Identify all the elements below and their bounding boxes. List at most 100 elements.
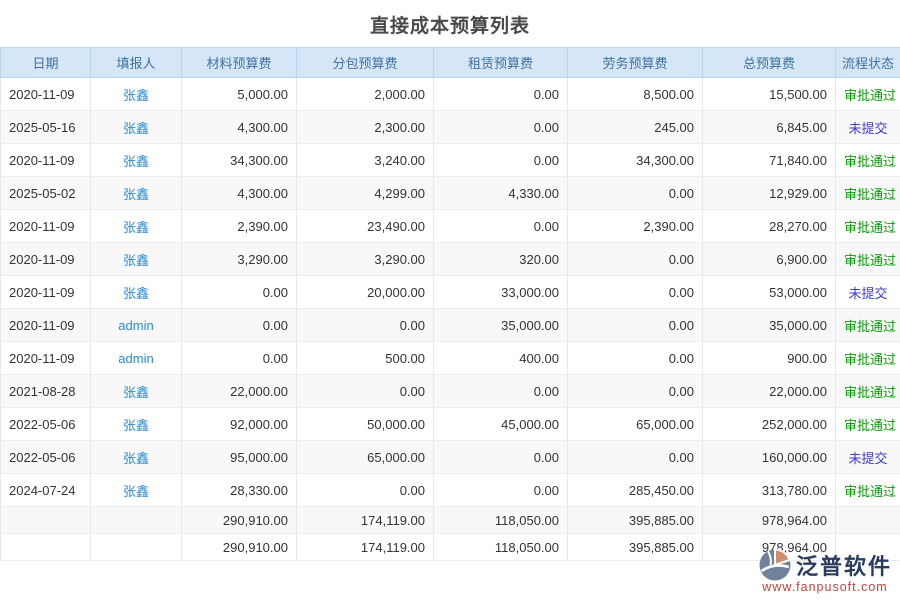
- status-cell: 审批通过: [836, 210, 900, 243]
- table-body: 2020-11-09 张鑫 5,000.00 2,000.00 0.00 8,5…: [1, 78, 900, 561]
- material-cell: 0.00: [182, 276, 297, 309]
- subcontract-cell: 2,000.00: [297, 78, 434, 111]
- filler-link[interactable]: admin: [118, 351, 153, 366]
- status-cell: 审批通过: [836, 375, 900, 408]
- status-link[interactable]: 未提交: [848, 451, 887, 466]
- total-cell: 35,000.00: [703, 309, 836, 342]
- filler-cell-empty: [91, 534, 182, 561]
- total-cell: 22,000.00: [703, 375, 836, 408]
- status-cell: 未提交: [836, 276, 900, 309]
- labor-cell: 245.00: [568, 111, 703, 144]
- filler-cell: 张鑫: [91, 177, 182, 210]
- labor-sum-cell: 395,885.00: [568, 534, 703, 561]
- status-link[interactable]: 审批通过: [844, 220, 896, 235]
- filler-cell: 张鑫: [91, 408, 182, 441]
- subcontract-cell: 0.00: [297, 309, 434, 342]
- total-cell: 6,845.00: [703, 111, 836, 144]
- material-cell: 95,000.00: [182, 441, 297, 474]
- table-row: 2022-05-06 张鑫 95,000.00 65,000.00 0.00 0…: [1, 441, 900, 474]
- filler-link[interactable]: 张鑫: [123, 187, 149, 202]
- status-link[interactable]: 审批通过: [844, 187, 896, 202]
- status-link[interactable]: 未提交: [848, 286, 887, 301]
- total-cell: 252,000.00: [703, 408, 836, 441]
- status-link[interactable]: 审批通过: [844, 418, 896, 433]
- subcontract-cell: 65,000.00: [297, 441, 434, 474]
- status-cell: 未提交: [836, 111, 900, 144]
- rental-cell: 0.00: [434, 111, 568, 144]
- table-row: 2025-05-02 张鑫 4,300.00 4,299.00 4,330.00…: [1, 177, 900, 210]
- filler-cell: 张鑫: [91, 144, 182, 177]
- filler-link[interactable]: 张鑫: [123, 121, 149, 136]
- status-link[interactable]: 审批通过: [844, 352, 896, 367]
- table-row: 2020-11-09 张鑫 3,290.00 3,290.00 320.00 0…: [1, 243, 900, 276]
- date-cell: 2025-05-02: [1, 177, 91, 210]
- filler-cell: 张鑫: [91, 210, 182, 243]
- filler-cell: admin: [91, 309, 182, 342]
- total-cell: 900.00: [703, 342, 836, 375]
- filler-cell: 张鑫: [91, 474, 182, 507]
- filler-link[interactable]: 张鑫: [123, 451, 149, 466]
- labor-cell: 0.00: [568, 441, 703, 474]
- filler-link[interactable]: 张鑫: [123, 154, 149, 169]
- subcontract-cell: 2,300.00: [297, 111, 434, 144]
- status-cell: 审批通过: [836, 309, 900, 342]
- filler-link[interactable]: 张鑫: [123, 418, 149, 433]
- col-header-material: 材料预算费: [182, 48, 297, 78]
- watermark-url: www.fanpusoft.com: [758, 580, 892, 594]
- labor-sum-cell: 395,885.00: [568, 507, 703, 534]
- date-cell-empty: [1, 534, 91, 561]
- table-row: 2020-11-09 张鑫 0.00 20,000.00 33,000.00 0…: [1, 276, 900, 309]
- page-title: 直接成本预算列表: [0, 0, 900, 47]
- rental-cell: 4,330.00: [434, 177, 568, 210]
- col-header-rental: 租赁预算费: [434, 48, 568, 78]
- material-sum-cell: 290,910.00: [182, 507, 297, 534]
- filler-link[interactable]: 张鑫: [123, 220, 149, 235]
- status-cell: 审批通过: [836, 144, 900, 177]
- filler-link[interactable]: 张鑫: [123, 88, 149, 103]
- status-link[interactable]: 未提交: [848, 121, 887, 136]
- filler-cell-empty: [91, 507, 182, 534]
- date-cell: 2020-11-09: [1, 144, 91, 177]
- material-cell: 3,290.00: [182, 243, 297, 276]
- table-header: 日期 填报人 材料预算费 分包预算费 租赁预算费 劳务预算费 总预算费 流程状态: [1, 48, 900, 78]
- filler-cell: 张鑫: [91, 375, 182, 408]
- rental-sum-cell: 118,050.00: [434, 507, 568, 534]
- material-cell: 34,300.00: [182, 144, 297, 177]
- subcontract-cell: 500.00: [297, 342, 434, 375]
- material-cell: 92,000.00: [182, 408, 297, 441]
- status-link[interactable]: 审批通过: [844, 319, 896, 334]
- total-cell: 6,900.00: [703, 243, 836, 276]
- labor-cell: 0.00: [568, 243, 703, 276]
- rental-cell: 0.00: [434, 210, 568, 243]
- col-header-subcontract: 分包预算费: [297, 48, 434, 78]
- rental-sum-cell: 118,050.00: [434, 534, 568, 561]
- subcontract-cell: 3,290.00: [297, 243, 434, 276]
- table-row: 2020-11-09 张鑫 2,390.00 23,490.00 0.00 2,…: [1, 210, 900, 243]
- table-row: 2020-11-09 admin 0.00 500.00 400.00 0.00…: [1, 342, 900, 375]
- rental-cell: 35,000.00: [434, 309, 568, 342]
- filler-link[interactable]: 张鑫: [123, 286, 149, 301]
- filler-link[interactable]: 张鑫: [123, 484, 149, 499]
- filler-cell: 张鑫: [91, 441, 182, 474]
- status-cell: 审批通过: [836, 474, 900, 507]
- status-link[interactable]: 审批通过: [844, 88, 896, 103]
- status-link[interactable]: 审批通过: [844, 385, 896, 400]
- rental-cell: 0.00: [434, 441, 568, 474]
- status-link[interactable]: 审批通过: [844, 484, 896, 499]
- col-header-date: 日期: [1, 48, 91, 78]
- status-link[interactable]: 审批通过: [844, 253, 896, 268]
- filler-cell: 张鑫: [91, 276, 182, 309]
- material-cell: 0.00: [182, 342, 297, 375]
- date-cell: 2022-05-06: [1, 408, 91, 441]
- status-link[interactable]: 审批通过: [844, 154, 896, 169]
- rental-cell: 0.00: [434, 144, 568, 177]
- status-cell: 审批通过: [836, 78, 900, 111]
- rental-cell: 33,000.00: [434, 276, 568, 309]
- date-cell: 2022-05-06: [1, 441, 91, 474]
- filler-link[interactable]: 张鑫: [123, 253, 149, 268]
- filler-link[interactable]: 张鑫: [123, 385, 149, 400]
- material-cell: 28,330.00: [182, 474, 297, 507]
- subcontract-sum-cell: 174,119.00: [297, 534, 434, 561]
- filler-link[interactable]: admin: [118, 318, 153, 333]
- material-cell: 4,300.00: [182, 111, 297, 144]
